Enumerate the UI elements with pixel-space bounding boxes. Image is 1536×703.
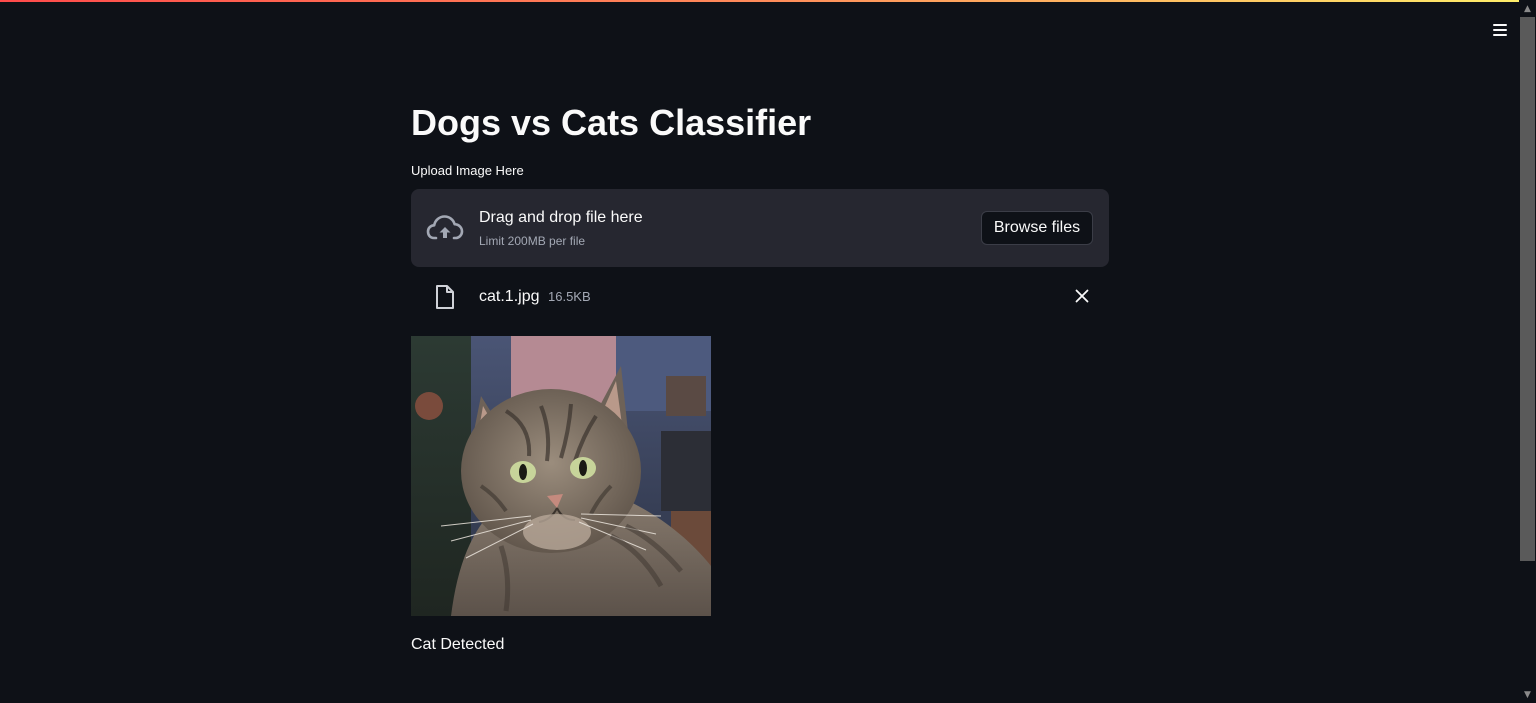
uploaded-image-preview [411,336,711,616]
uploaded-file-size: 16.5KB [548,289,591,304]
file-icon [436,285,454,309]
browse-files-button[interactable]: Browse files [981,211,1093,245]
file-dropzone[interactable]: Drag and drop file here Limit 200MB per … [411,189,1109,267]
remove-file-button[interactable] [1071,285,1093,307]
vertical-scrollbar[interactable]: ▲ ▼ [1519,0,1536,703]
page-title: Dogs vs Cats Classifier [411,102,812,143]
scroll-down-arrow-icon[interactable]: ▼ [1519,686,1536,703]
main-menu-button[interactable] [1488,18,1512,42]
file-uploader-label: Upload Image Here [411,163,524,178]
uploaded-file-item: cat.1.jpg 16.5KB [411,280,1109,312]
top-decoration-bar [0,0,1536,2]
dropzone-size-limit: Limit 200MB per file [479,234,586,248]
dropzone-title: Drag and drop file here [479,209,643,226]
close-icon [1075,289,1089,303]
cat-photo [411,336,711,616]
hamburger-menu-icon [1493,24,1507,36]
uploaded-file-name: cat.1.jpg [479,288,540,305]
scroll-up-arrow-icon[interactable]: ▲ [1519,0,1536,17]
scrollbar-thumb[interactable] [1520,17,1535,561]
prediction-result: Cat Detected [411,636,505,653]
cloud-upload-icon [426,215,464,240]
